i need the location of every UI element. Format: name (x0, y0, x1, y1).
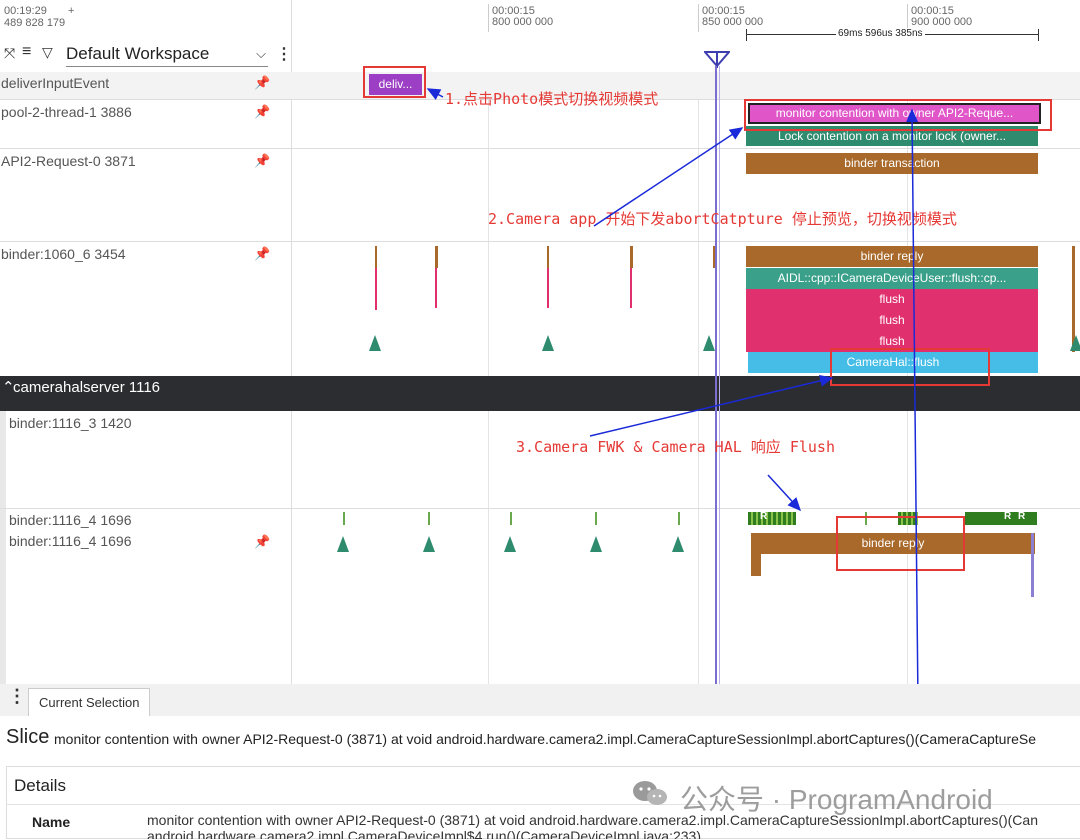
process-indent (0, 411, 6, 684)
tab-current-selection[interactable]: Current Selection (28, 688, 151, 716)
highlight-box-deliver (363, 66, 426, 98)
state-run (748, 512, 796, 525)
name-value-line-2: android.hardware.camera2.impl.CameraDevi… (147, 828, 701, 839)
slice-mini (435, 268, 437, 308)
wechat-icon (630, 778, 670, 808)
track-name-binder1116-4b[interactable]: binder:1116_4 1696 (9, 533, 131, 549)
state-tick (510, 512, 512, 525)
state-tick (595, 512, 597, 525)
state-tick (428, 512, 430, 525)
workspace-label: Default Workspace (66, 44, 210, 63)
chevron-down-icon: ⌵ (256, 46, 266, 61)
tick-1-sub: 800 000 000 (492, 16, 554, 28)
details-heading: Details (14, 776, 66, 795)
track-name-deliver[interactable]: deliverInputEvent (1, 75, 109, 91)
highlight-box-monitor (744, 99, 1052, 131)
state-run (965, 512, 1037, 525)
wakeup-marker (423, 536, 435, 552)
slice-flush-2[interactable]: flush (746, 310, 1038, 331)
slice-binder-transaction[interactable]: binder transaction (746, 153, 1038, 174)
annotation-step-1: 1.点击Photo模式切换视频模式 (445, 90, 659, 108)
state-tick (678, 512, 680, 525)
track-name-api2[interactable]: API2-Request-0 3871 (1, 153, 136, 169)
highlight-box-hal-flush (830, 348, 990, 386)
range-start (746, 29, 747, 41)
wakeup-marker (369, 335, 381, 351)
watermark-text: 公众号 · ProgramAndroid (680, 784, 993, 815)
pin-icon[interactable]: 📌 (254, 75, 270, 91)
pin-icon[interactable]: 📌 (254, 534, 270, 550)
wakeup-marker (542, 335, 554, 351)
slice-child (751, 554, 761, 576)
state-tick (343, 512, 345, 525)
separator (0, 148, 1080, 149)
drag-handle-icon[interactable]: ⋮ (8, 686, 26, 707)
collapse-all-icon[interactable]: ⤧ (4, 45, 15, 62)
workspace-select[interactable]: Default Workspace ⌵ (66, 44, 268, 67)
pin-icon[interactable]: 📌 (254, 153, 270, 169)
slice-mini (547, 268, 549, 308)
tick-3-sub: 900 000 000 (911, 16, 973, 28)
highlight-box-binder-reply (836, 516, 965, 571)
wakeup-marker (703, 335, 715, 351)
range-end (1038, 29, 1039, 41)
wakeup-marker (337, 536, 349, 552)
slice-mini (375, 268, 377, 310)
state-r-label: R (1004, 511, 1012, 522)
slice-aidl-flush[interactable]: AIDL::cpp::ICameraDeviceUser::flush::cp.… (746, 268, 1038, 289)
slice-child (1031, 533, 1034, 597)
annotation-step-2: 2.Camera app 开始下发abortCatpture 停止预览，切换视频… (488, 210, 957, 228)
tick-2 (698, 4, 699, 32)
slice-mini (375, 246, 377, 268)
filter-icon[interactable]: ▽ (42, 44, 53, 61)
slice-mini (630, 268, 632, 308)
cursor-line (715, 66, 717, 684)
cursor-line-2 (719, 66, 720, 684)
sort-icon[interactable]: ≡ (22, 43, 31, 61)
flag-marker-icon[interactable] (704, 50, 730, 70)
time-offset: 00:19:29 (4, 5, 47, 17)
slice-mini (630, 246, 633, 268)
track-name-pool[interactable]: pool-2-thread-1 3886 (1, 104, 132, 120)
state-r-label: R (760, 511, 768, 522)
time-offset-ns: 489 828 179 (4, 17, 66, 29)
slice-binder-reply[interactable]: binder reply (746, 246, 1038, 267)
slice-flush-1[interactable]: flush (746, 289, 1038, 310)
tab-bar (0, 684, 1080, 716)
pin-icon[interactable]: 📌 (254, 246, 270, 262)
track-name-binder1060[interactable]: binder:1060_6 3454 (1, 246, 126, 262)
range-label: 69ms 596us 385ns (836, 28, 925, 39)
separator (0, 508, 1080, 509)
tick-2-sub: 850 000 000 (702, 16, 764, 28)
wakeup-marker (590, 536, 602, 552)
wakeup-marker (504, 536, 516, 552)
add-marker[interactable]: + (68, 6, 74, 17)
tick-1 (488, 4, 489, 32)
track-name-binder1116-3[interactable]: binder:1116_3 1420 (9, 415, 131, 431)
slice-description: monitor contention with owner API2-Reque… (54, 731, 1037, 747)
pin-icon[interactable]: 📌 (254, 104, 270, 120)
process-name: camerahalserver 1116 (13, 379, 161, 396)
track-name-binder1116-4a[interactable]: binder:1116_4 1696 (9, 512, 131, 528)
separator (0, 241, 1080, 242)
slice-heading: Slice (6, 726, 50, 748)
wakeup-marker (1070, 335, 1080, 351)
annotation-step-3: 3.Camera FWK & Camera HAL 响应 Flush (516, 438, 835, 456)
wakeup-marker (672, 536, 684, 552)
more-vert-icon[interactable]: ⋮ (276, 44, 292, 64)
slice-mini (435, 246, 438, 268)
slice-mini (547, 246, 549, 268)
state-r-label: R (1018, 511, 1026, 522)
name-label: Name (32, 814, 71, 830)
